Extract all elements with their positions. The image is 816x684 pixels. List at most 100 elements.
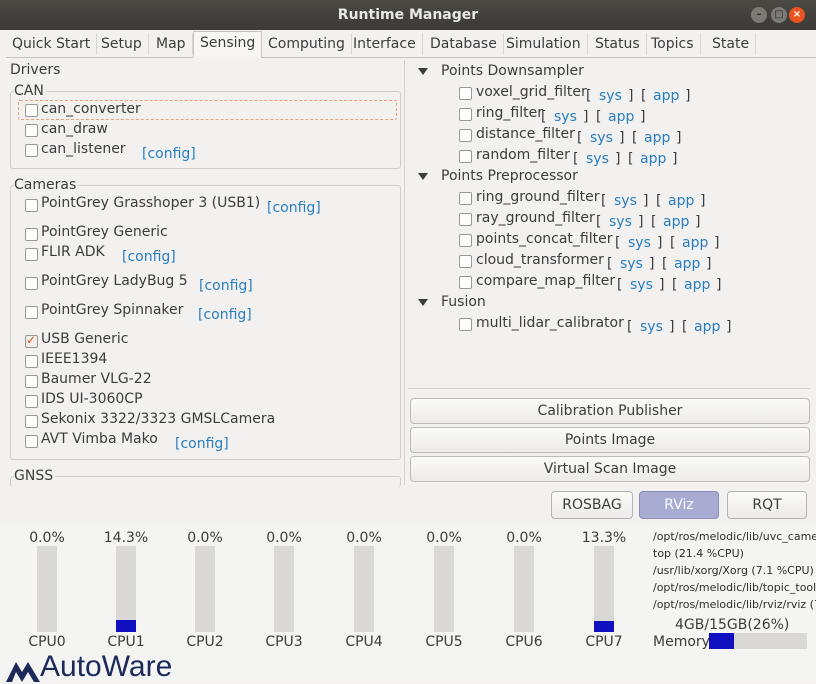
node-checkbox[interactable] <box>459 150 472 163</box>
bracket: ] <box>619 130 625 146</box>
tab-computing[interactable]: Computing <box>262 33 352 55</box>
expand-triangle-icon[interactable] <box>418 173 428 180</box>
tree-group-title: Fusion <box>441 294 486 310</box>
calibration-publisher-button[interactable]: Calibration Publisher <box>410 398 810 424</box>
expand-triangle-icon[interactable] <box>418 68 428 75</box>
tab-sensing[interactable]: Sensing <box>193 31 263 58</box>
node-checkbox[interactable] <box>459 318 472 331</box>
bracket: [ <box>651 214 657 230</box>
tab-topics[interactable]: Topics <box>645 33 701 55</box>
tab-interface[interactable]: Interface <box>347 33 423 55</box>
ids-label: IDS UI-3060CP <box>41 391 143 407</box>
bracket: ] <box>672 151 678 167</box>
left-panel-scrollbar[interactable] <box>404 60 405 485</box>
can-listener-config-link[interactable]: [config] <box>142 146 196 162</box>
avt-vimba-checkbox[interactable] <box>25 435 38 448</box>
sys-link[interactable]: sys <box>599 88 622 104</box>
rosbag-button[interactable]: ROSBAG <box>551 491 633 519</box>
node-checkbox[interactable] <box>459 108 472 121</box>
pointgrey-grasshoper-config-link[interactable]: [config] <box>267 200 321 216</box>
cpu-bar <box>116 546 136 632</box>
pointgrey-generic-label: PointGrey Generic <box>41 224 168 240</box>
app-link[interactable]: app <box>668 193 694 209</box>
avt-vimba-config-link[interactable]: [config] <box>175 436 229 452</box>
sys-link[interactable]: sys <box>620 256 643 272</box>
bracket: ] <box>716 277 722 293</box>
baumer-checkbox[interactable] <box>25 375 38 388</box>
app-link[interactable]: app <box>674 256 700 272</box>
app-link[interactable]: app <box>653 88 679 104</box>
sekonix-checkbox[interactable] <box>25 415 38 428</box>
sys-link[interactable]: sys <box>586 151 609 167</box>
node-checkbox[interactable] <box>459 276 472 289</box>
pointgrey-spinnaker-config-link[interactable]: [config] <box>198 307 252 323</box>
tab-status[interactable]: Status <box>589 33 647 55</box>
maximize-icon[interactable]: □ <box>771 7 787 23</box>
sys-link[interactable]: sys <box>630 277 653 293</box>
pointgrey-spinnaker-checkbox[interactable] <box>25 306 38 319</box>
node-label: multi_lidar_calibrator <box>476 315 624 331</box>
tab-setup[interactable]: Setup <box>95 33 149 55</box>
sys-link[interactable]: sys <box>628 235 651 251</box>
bracket: [ <box>662 256 668 272</box>
node-checkbox[interactable] <box>459 213 472 226</box>
cpu-bar <box>354 546 374 632</box>
node-checkbox[interactable] <box>459 129 472 142</box>
pointgrey-ladybug-config-link[interactable]: [config] <box>199 278 253 294</box>
app-link[interactable]: app <box>694 319 720 335</box>
sys-link[interactable]: sys <box>614 193 637 209</box>
sys-link[interactable]: sys <box>554 109 577 125</box>
flir-adk-config-link[interactable]: [config] <box>122 249 176 265</box>
bracket: ] <box>649 256 655 272</box>
app-link[interactable]: app <box>663 214 689 230</box>
rviz-button[interactable]: RViz <box>639 491 719 519</box>
tab-quick-start[interactable]: Quick Start <box>6 33 98 55</box>
tab-database[interactable]: Database <box>424 33 504 55</box>
app-link[interactable]: app <box>682 235 708 251</box>
cpu-name: CPU3 <box>265 634 303 650</box>
cpu-percent: 14.3% <box>103 530 149 546</box>
bracket: [ <box>577 130 583 146</box>
pointgrey-generic-checkbox[interactable] <box>25 228 38 241</box>
node-checkbox[interactable] <box>459 234 472 247</box>
sys-link[interactable]: sys <box>590 130 613 146</box>
app-link[interactable]: app <box>608 109 634 125</box>
bracket: [ <box>656 193 662 209</box>
virtual-scan-image-button[interactable]: Virtual Scan Image <box>410 456 810 482</box>
rqt-button[interactable]: RQT <box>727 491 807 519</box>
bracket: [ <box>596 109 602 125</box>
can-draw-checkbox[interactable] <box>25 124 38 137</box>
flir-adk-checkbox[interactable] <box>25 248 38 261</box>
points-image-button[interactable]: Points Image <box>410 427 810 453</box>
node-checkbox[interactable] <box>459 192 472 205</box>
tab-state[interactable]: State <box>706 33 757 55</box>
tab-simulation[interactable]: Simulation <box>500 33 588 55</box>
bracket: ] <box>685 88 691 104</box>
bracket: [ <box>641 88 647 104</box>
usb-generic-checkbox[interactable] <box>25 333 38 348</box>
minimize-icon[interactable]: – <box>751 7 767 23</box>
app-link[interactable]: app <box>640 151 666 167</box>
sys-link[interactable]: sys <box>609 214 632 230</box>
bracket: [ <box>627 319 633 335</box>
node-label: distance_filter <box>476 126 575 142</box>
can-listener-checkbox[interactable] <box>25 144 38 157</box>
expand-triangle-icon[interactable] <box>418 299 428 306</box>
pointgrey-ladybug-checkbox[interactable] <box>25 277 38 290</box>
pointgrey-grasshoper-checkbox[interactable] <box>25 199 38 212</box>
cpu-name: CPU5 <box>425 634 463 650</box>
sys-link[interactable]: sys <box>640 319 663 335</box>
ids-checkbox[interactable] <box>25 395 38 408</box>
close-icon[interactable]: × <box>789 7 805 23</box>
app-link[interactable]: app <box>644 130 670 146</box>
sekonix-label: Sekonix 3322/3323 GMSLCamera <box>41 411 276 427</box>
node-checkbox[interactable] <box>459 255 472 268</box>
can-converter-checkbox[interactable] <box>25 104 38 117</box>
ieee1394-checkbox[interactable] <box>25 355 38 368</box>
autoware-logo-icon <box>6 662 40 682</box>
app-link[interactable]: app <box>684 277 710 293</box>
node-checkbox[interactable] <box>459 87 472 100</box>
tab-map[interactable]: Map <box>150 33 193 55</box>
bracket: [ <box>617 277 623 293</box>
bracket: [ <box>670 235 676 251</box>
